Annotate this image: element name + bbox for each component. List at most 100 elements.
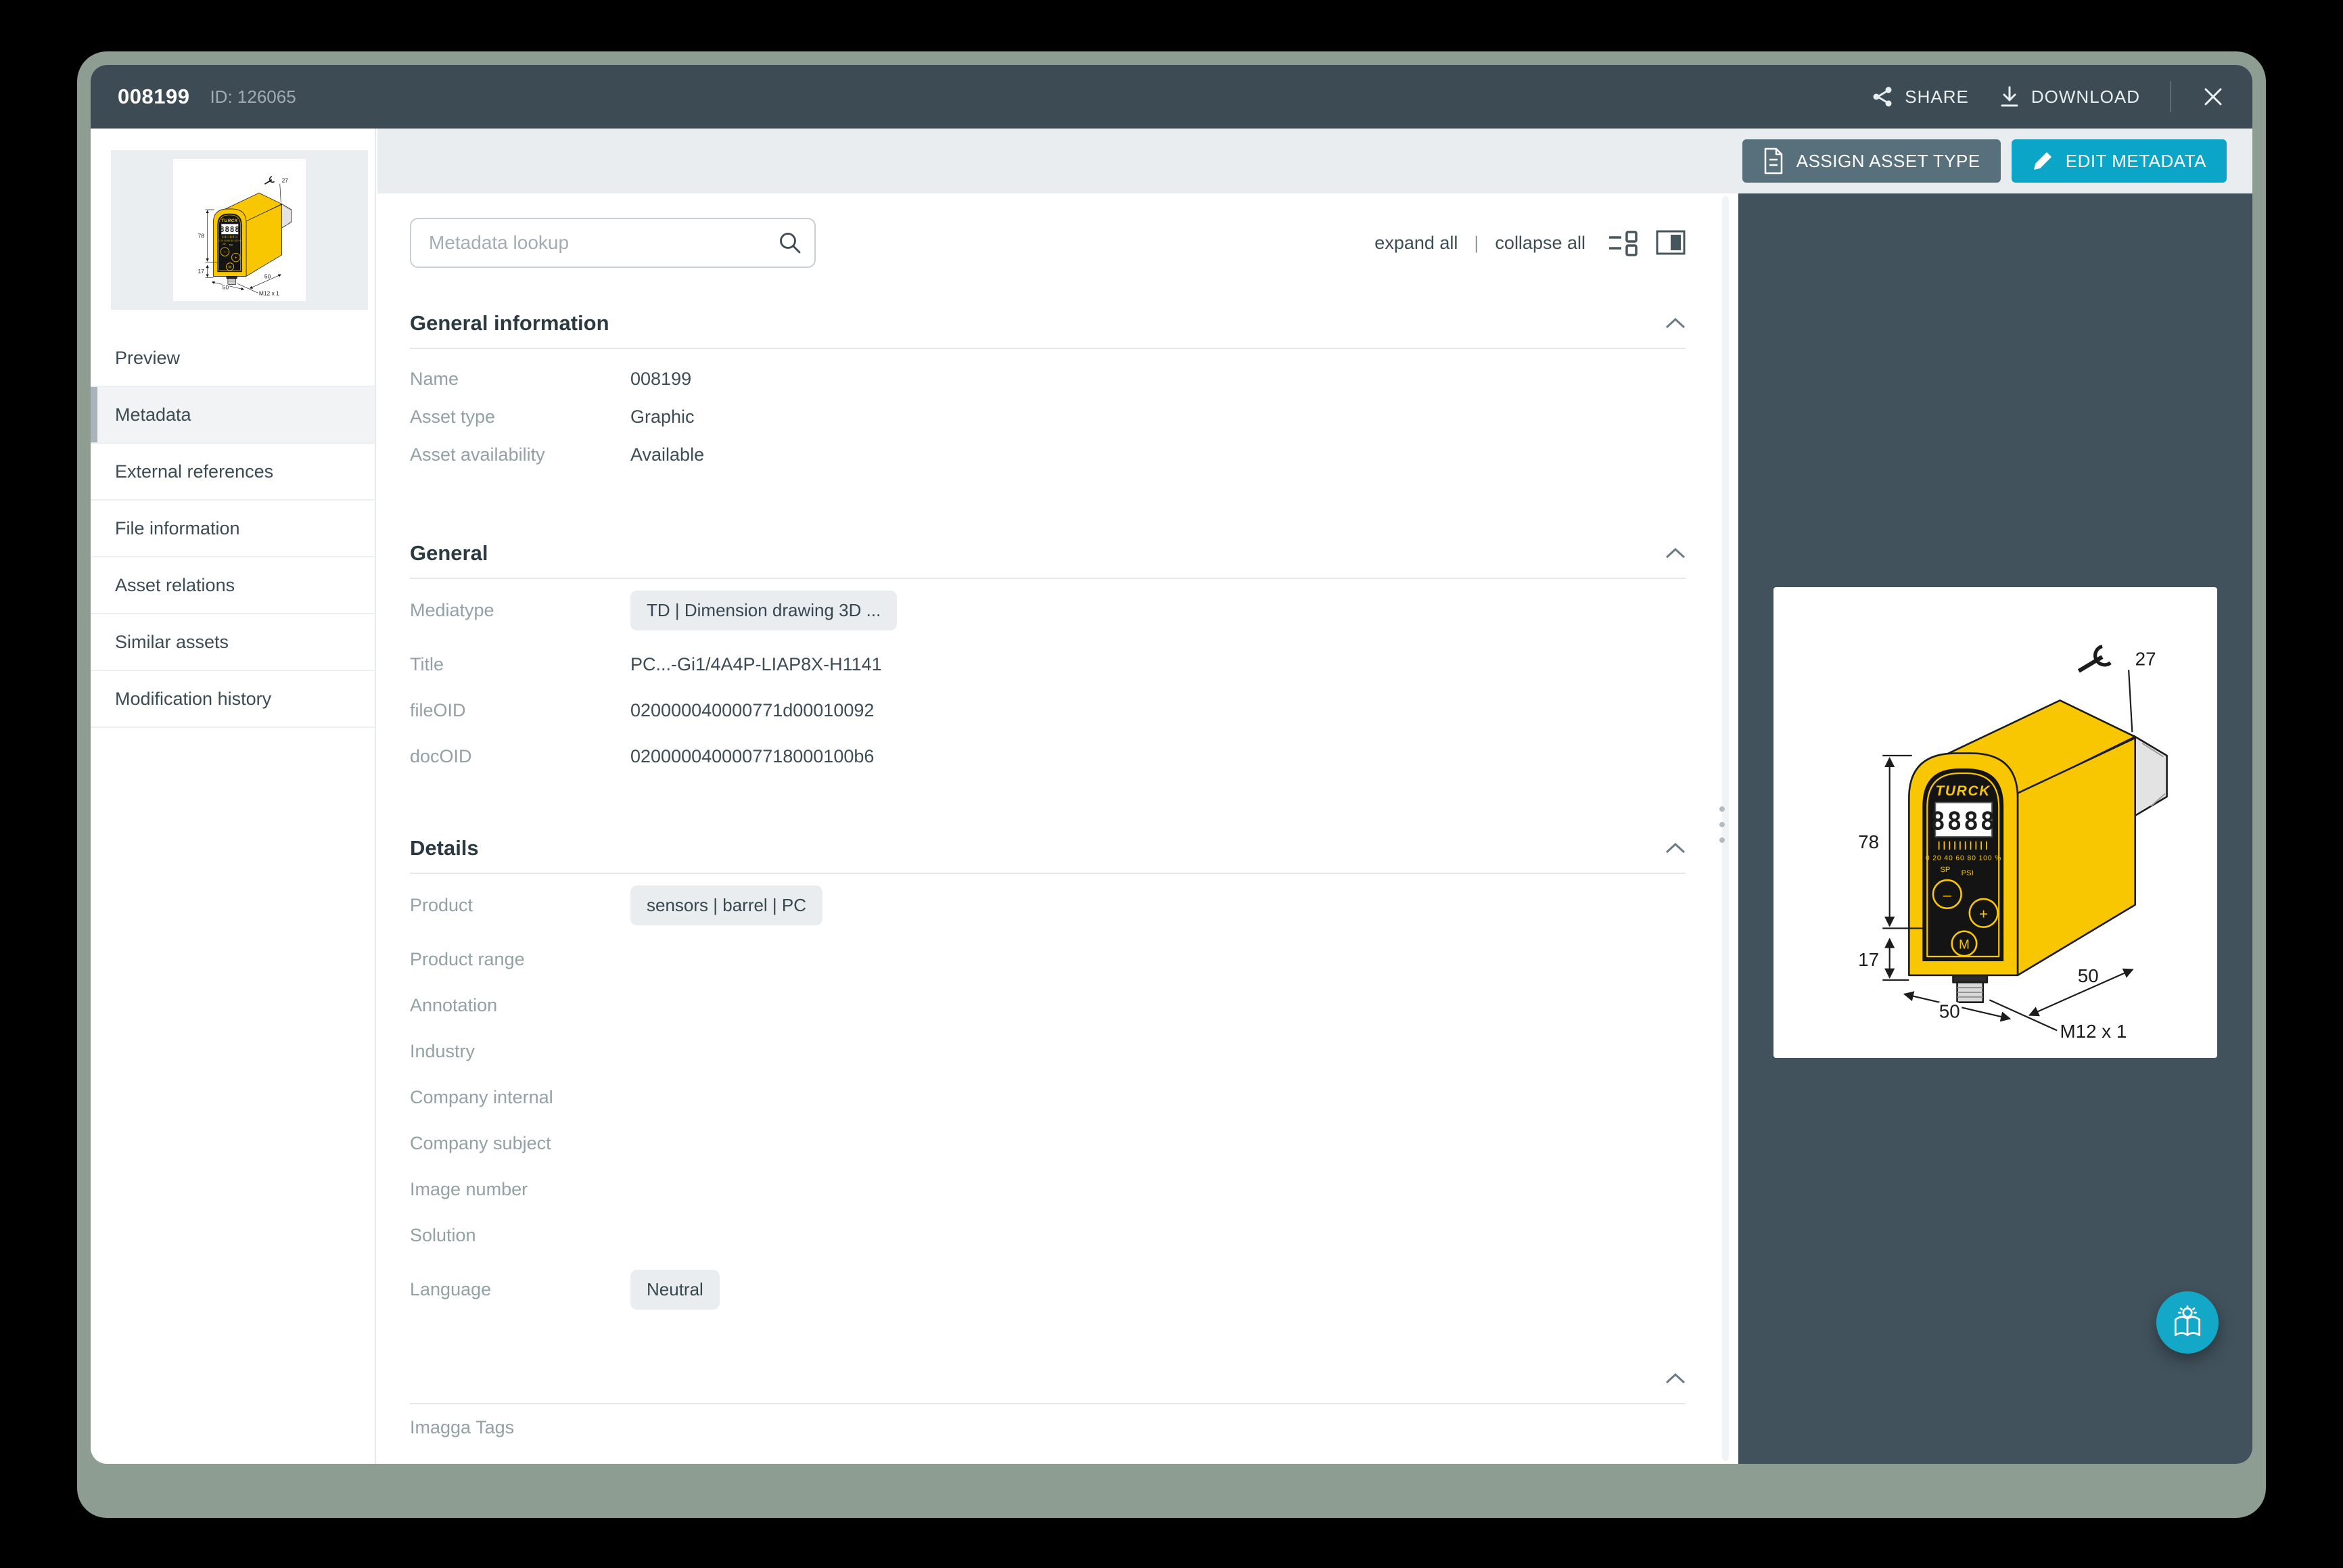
panel-resize-handle[interactable]	[1719, 806, 1725, 843]
field-row-industry: Industry	[410, 1028, 1686, 1074]
sidebar-item-label: Preview	[115, 348, 180, 369]
controls-separator: |	[1474, 233, 1479, 254]
field-row-mediatype: Mediatype TD | Dimension drawing 3D ...	[410, 579, 1686, 641]
sidebar-item-file-information[interactable]: File information	[91, 501, 375, 557]
expand-all-link[interactable]: expand all	[1374, 233, 1458, 254]
field-label: Language	[410, 1279, 630, 1300]
field-label: Imagga Tags	[410, 1417, 630, 1438]
field-row-fileoid: fileOID 020000040000771d00010092	[410, 687, 1686, 733]
field-label: Product range	[410, 949, 630, 970]
field-label: Solution	[410, 1225, 630, 1246]
close-button[interactable]	[2201, 85, 2225, 109]
field-row-product-range: Product range	[410, 936, 1686, 982]
sidebar-item-similar-assets[interactable]: Similar assets	[91, 614, 375, 671]
panel-controls: expand all | collapse all	[1374, 229, 1686, 256]
share-icon	[1871, 85, 1894, 108]
field-row-name: Name 008199	[410, 360, 1686, 398]
metadata-controls-row: expand all | collapse all	[410, 218, 1686, 268]
edit-metadata-button[interactable]: EDIT METADATA	[2012, 139, 2227, 183]
product-info-fab-button[interactable]	[2156, 1291, 2219, 1354]
preview-panel	[1738, 193, 2252, 1464]
section-title: General	[410, 541, 488, 566]
asset-detail-window: 008199 ID: 126065	[77, 51, 2266, 1518]
section-header: General	[410, 538, 1686, 568]
section-divider	[410, 348, 1686, 349]
product-chip[interactable]: sensors | barrel | PC	[630, 885, 822, 925]
field-value: PC...-Gi1/4A4P-LIAP8X-H1141	[630, 654, 882, 675]
field-label: Annotation	[410, 995, 630, 1016]
chevron-up-icon[interactable]	[1665, 548, 1686, 559]
field-label: Title	[410, 654, 630, 675]
field-label: Asset type	[410, 407, 630, 428]
field-label: Product	[410, 895, 630, 916]
field-label: Company subject	[410, 1133, 630, 1154]
sidebar-menu: Preview Metadata External references Fil…	[91, 330, 375, 728]
sidebar: Preview Metadata External references Fil…	[91, 129, 376, 1464]
field-value: 008199	[630, 369, 691, 390]
sidebar-item-metadata[interactable]: Metadata	[91, 387, 375, 444]
section-title: Details	[410, 836, 479, 860]
asset-title: 008199	[118, 85, 189, 109]
view-toggles	[1608, 229, 1686, 256]
sidebar-item-external-references[interactable]: External references	[91, 444, 375, 501]
toolbar: ASSIGN ASSET TYPE EDIT METADATA	[377, 129, 2252, 193]
mediatype-chip[interactable]: TD | Dimension drawing 3D ...	[630, 591, 897, 630]
field-label: Industry	[410, 1041, 630, 1062]
chevron-up-icon[interactable]	[1665, 318, 1686, 329]
sidebar-item-label: Asset relations	[115, 575, 235, 596]
titlebar-actions: SHARE DOWNLOAD	[1871, 81, 2225, 112]
window-content: 008199 ID: 126065	[91, 65, 2252, 1464]
download-label: DOWNLOAD	[2031, 87, 2140, 108]
field-row-image-number: Image number	[410, 1166, 1686, 1212]
field-row-language: Language Neutral	[410, 1258, 1686, 1320]
asset-thumbnail-card[interactable]	[111, 150, 368, 310]
share-button[interactable]: SHARE	[1871, 85, 1969, 108]
chevron-up-icon[interactable]	[1665, 843, 1686, 854]
titlebar: 008199 ID: 126065	[91, 65, 2252, 129]
close-icon	[2201, 85, 2225, 109]
search-icon	[778, 231, 802, 255]
titlebar-divider	[2170, 81, 2171, 112]
side-panel-toggle-icon[interactable]	[1656, 230, 1686, 256]
sidebar-item-label: Metadata	[115, 405, 191, 425]
sidebar-item-label: Modification history	[115, 689, 271, 710]
field-row-docoid: docOID 0200000400007718000100b6	[410, 733, 1686, 779]
section-general-information: General information Name 008199	[410, 308, 1686, 474]
assign-asset-type-label: ASSIGN ASSET TYPE	[1796, 151, 1980, 172]
compact-rows-icon[interactable]	[1608, 229, 1638, 256]
document-icon	[1763, 147, 1784, 175]
field-label: fileOID	[410, 700, 630, 721]
main-column: ASSIGN ASSET TYPE EDIT METADATA	[377, 129, 2252, 1464]
section-tags: Imagga Tags	[410, 1364, 1686, 1450]
field-label: Asset availability	[410, 444, 630, 465]
field-row-company-internal: Company internal	[410, 1074, 1686, 1120]
edit-metadata-label: EDIT METADATA	[2066, 151, 2206, 172]
preview-image-card	[1773, 587, 2217, 1058]
field-value: 0200000400007718000100b6	[630, 746, 874, 767]
field-row-imagga-tags: Imagga Tags	[410, 1404, 1686, 1450]
section-details: Details Product sensors | barrel | PC Pr…	[410, 833, 1686, 1320]
sidebar-item-preview[interactable]: Preview	[91, 330, 375, 387]
sidebar-item-label: Similar assets	[115, 632, 229, 653]
assign-asset-type-button[interactable]: ASSIGN ASSET TYPE	[1742, 139, 2001, 183]
field-label: Company internal	[410, 1087, 630, 1108]
section-header	[410, 1364, 1686, 1393]
field-row-company-subject: Company subject	[410, 1120, 1686, 1166]
field-label: Image number	[410, 1179, 630, 1200]
section-general: General Mediatype TD | Dimension drawing…	[410, 538, 1686, 779]
language-chip[interactable]: Neutral	[630, 1270, 720, 1310]
metadata-lookup-input[interactable]	[410, 218, 816, 268]
chevron-up-icon[interactable]	[1665, 1373, 1686, 1384]
sidebar-item-asset-relations[interactable]: Asset relations	[91, 557, 375, 614]
pencil-icon	[2032, 150, 2054, 172]
download-button[interactable]: DOWNLOAD	[1999, 85, 2140, 109]
share-label: SHARE	[1905, 87, 1969, 108]
sidebar-item-modification-history[interactable]: Modification history	[91, 671, 375, 728]
metadata-search	[410, 218, 816, 268]
download-icon	[1999, 85, 2020, 109]
field-row-annotation: Annotation	[410, 982, 1686, 1028]
asset-thumbnail-image	[173, 159, 306, 301]
content-area: expand all | collapse all	[377, 193, 2252, 1464]
collapse-all-link[interactable]: collapse all	[1495, 233, 1585, 254]
section-header: Details	[410, 833, 1686, 863]
